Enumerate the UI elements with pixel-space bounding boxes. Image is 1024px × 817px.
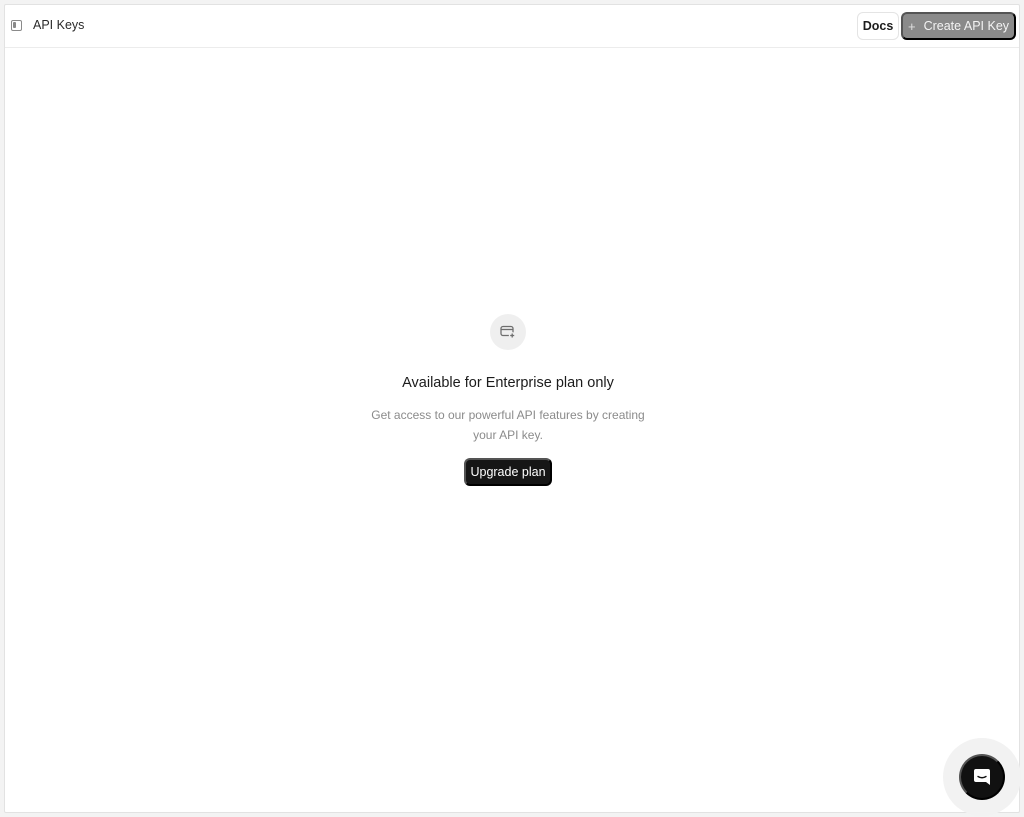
create-api-key-label: Create API Key	[923, 19, 1010, 33]
app-window: API Keys Docs + Create API Key Available…	[4, 4, 1021, 816]
chat-widget-button[interactable]	[959, 754, 1005, 800]
page-header: API Keys Docs + Create API Key	[5, 5, 1019, 48]
sidebar-toggle-icon[interactable]	[11, 20, 22, 31]
empty-state-description: Get access to our powerful API features …	[371, 408, 645, 442]
plus-icon: +	[907, 18, 916, 34]
create-api-key-button[interactable]: + Create API Key	[901, 12, 1016, 40]
empty-state-title: Available for Enterprise plan only	[402, 375, 614, 391]
chat-icon	[974, 769, 990, 785]
card-add-icon	[500, 325, 516, 339]
page-title: API Keys	[33, 18, 85, 32]
empty-state-icon-wrap	[490, 314, 526, 350]
upgrade-plan-button[interactable]: Upgrade plan	[464, 458, 552, 486]
docs-button[interactable]: Docs	[857, 12, 899, 40]
